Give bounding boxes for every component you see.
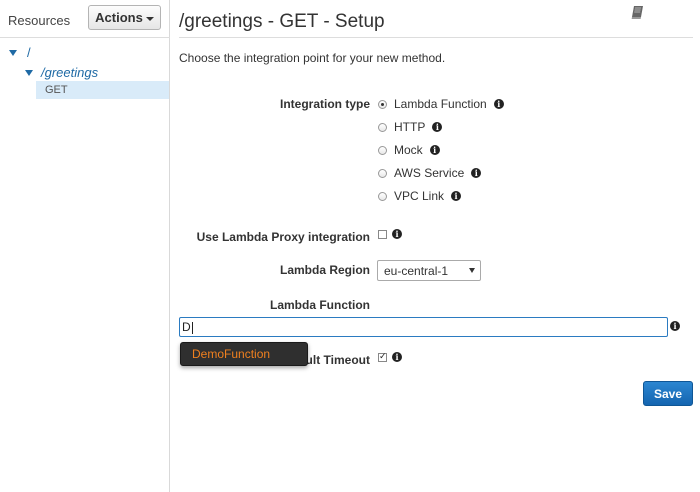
tree-item-greetings[interactable]: /greetings — [25, 65, 98, 80]
save-button[interactable]: Save — [643, 381, 693, 406]
info-icon[interactable]: i — [392, 352, 402, 362]
info-icon[interactable]: i — [432, 122, 443, 132]
actions-button-label: Actions — [95, 10, 143, 25]
radio-mock-label: Mock — [394, 143, 423, 157]
radio-lambda-function-label: Lambda Function — [394, 97, 487, 111]
radio-mock[interactable] — [378, 145, 387, 155]
text-cursor — [191, 321, 193, 334]
tree-item-root-label: / — [27, 45, 31, 60]
radio-option-vpc-link[interactable]: VPC Link i — [378, 189, 462, 203]
radio-option-mock[interactable]: Mock i — [378, 143, 440, 157]
lambda-proxy-control: i — [378, 229, 402, 239]
caret-down-icon — [145, 16, 154, 21]
expand-triangle-icon[interactable] — [9, 49, 17, 56]
lambda-function-input-value: D — [182, 320, 191, 334]
timeout-control: i — [378, 351, 402, 362]
lambda-proxy-checkbox[interactable] — [378, 229, 387, 239]
radio-http[interactable] — [378, 122, 387, 132]
tree-item-get-method[interactable]: GET — [36, 81, 169, 99]
info-icon[interactable]: i — [493, 99, 504, 109]
radio-vpc-link-label: VPC Link — [394, 189, 445, 203]
info-icon[interactable]: i — [670, 321, 680, 331]
title-divider — [179, 37, 693, 38]
radio-lambda-function[interactable] — [378, 99, 387, 109]
dropdown-arrow-icon — [469, 268, 475, 273]
intro-text: Choose the integration point for your ne… — [179, 51, 446, 65]
radio-option-aws-service[interactable]: AWS Service i — [378, 166, 482, 180]
lambda-region-value: eu-central-1 — [384, 263, 449, 278]
sidebar-divider — [0, 37, 170, 38]
info-icon[interactable]: i — [471, 168, 482, 178]
integration-type-label: Integration type — [279, 97, 370, 111]
info-icon[interactable]: i — [392, 229, 402, 239]
lambda-proxy-label: Use Lambda Proxy integration — [196, 230, 370, 244]
info-icon[interactable]: i — [451, 191, 462, 201]
lambda-region-label: Lambda Region — [279, 263, 370, 277]
resources-sidebar: Resources Actions / /greetings GET — [0, 0, 170, 492]
radio-aws-service[interactable] — [378, 168, 387, 178]
radio-option-lambda-function[interactable]: Lambda Function i — [378, 97, 504, 111]
actions-button[interactable]: Actions — [88, 5, 161, 30]
radio-option-http[interactable]: HTTP i — [378, 120, 443, 134]
autocomplete-suggestion[interactable]: DemoFunction — [180, 342, 308, 366]
radio-http-label: HTTP — [394, 120, 426, 134]
book-icon[interactable] — [630, 4, 646, 20]
radio-vpc-link[interactable] — [378, 191, 387, 201]
timeout-checkbox[interactable] — [378, 351, 387, 362]
lambda-region-select[interactable]: eu-central-1 — [377, 260, 481, 281]
radio-aws-service-label: AWS Service — [394, 166, 465, 180]
tree-item-greetings-label: /greetings — [41, 65, 99, 80]
info-icon[interactable]: i — [429, 145, 440, 155]
lambda-function-input[interactable]: D — [179, 317, 668, 337]
lambda-function-label: Lambda Function — [270, 298, 370, 312]
resources-label: Resources — [8, 13, 71, 28]
page-title: /greetings - GET - Setup — [179, 11, 385, 32]
expand-triangle-icon[interactable] — [25, 69, 33, 76]
tree-item-root[interactable]: / — [9, 45, 31, 60]
